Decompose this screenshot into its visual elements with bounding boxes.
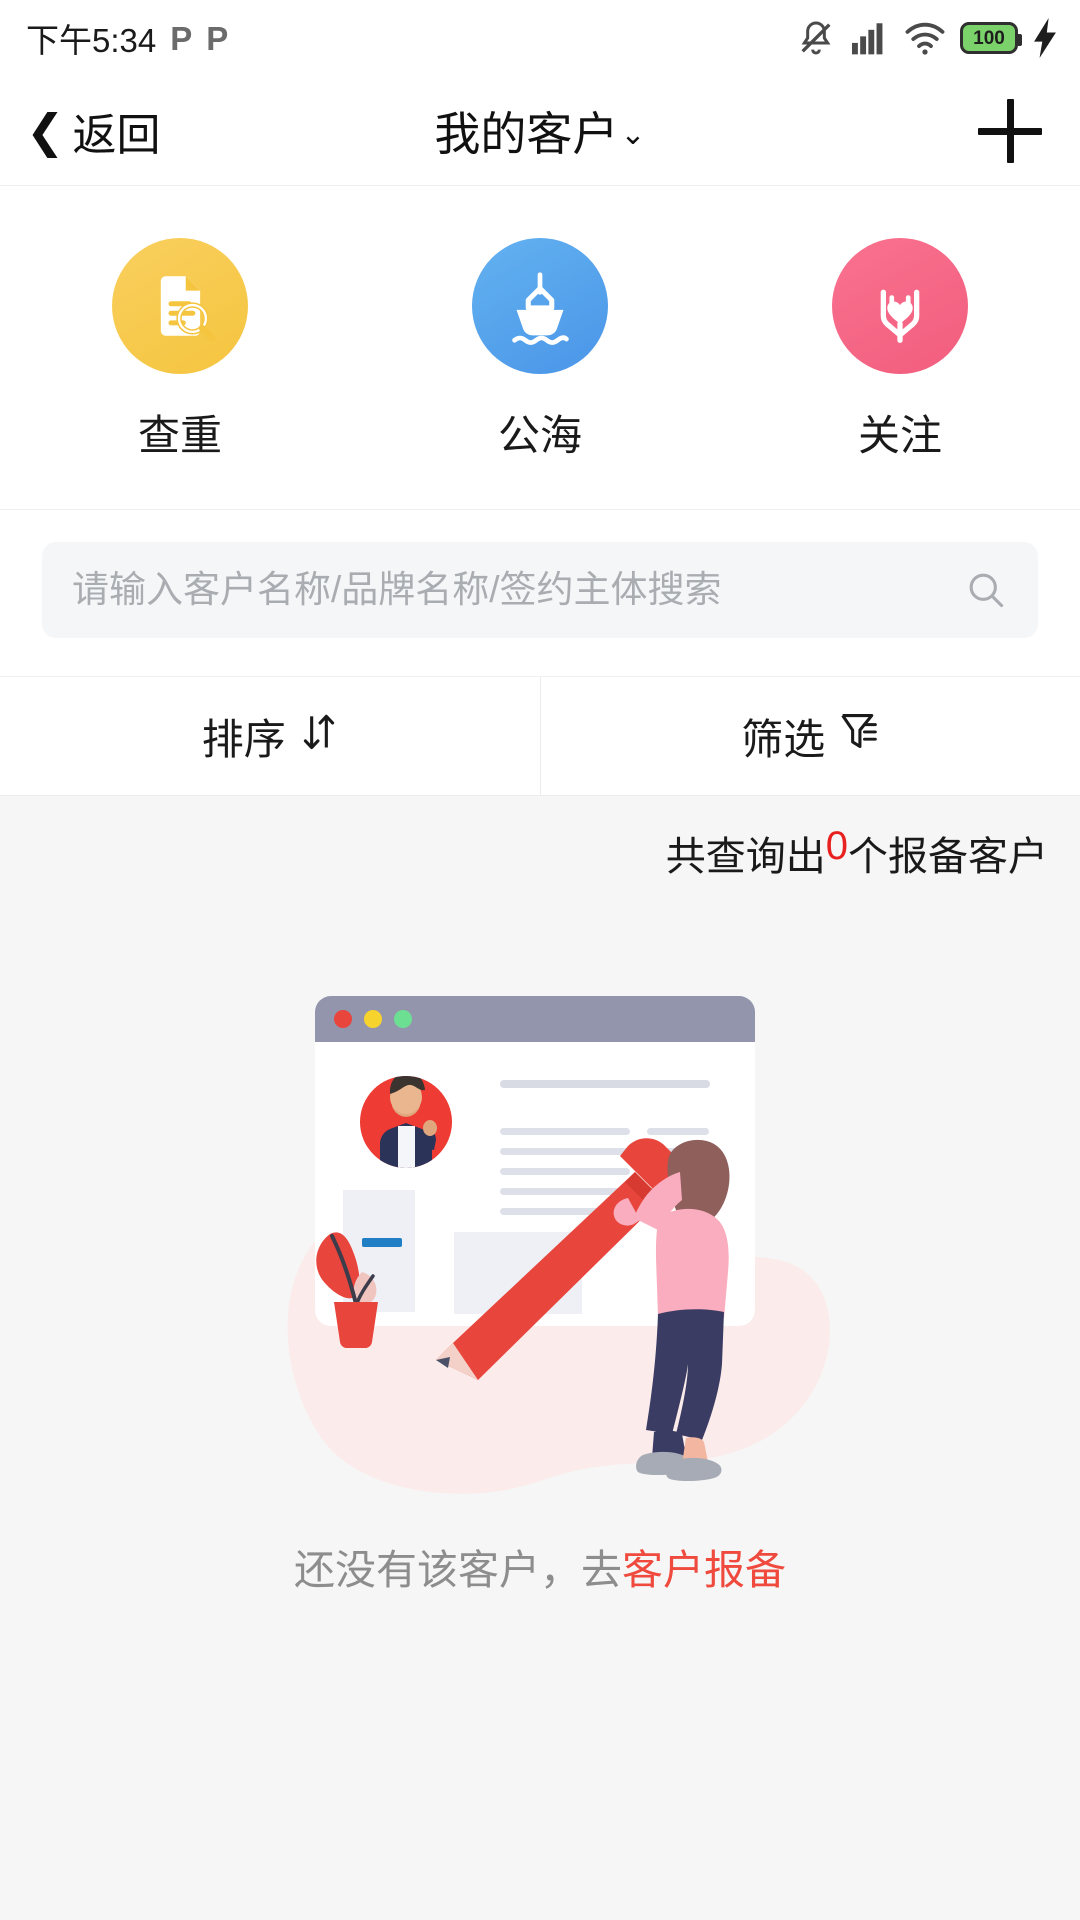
nav-bar: ❮ 返回 我的客户 ⌄ (0, 76, 1080, 186)
status-time: 下午5:34 (26, 22, 157, 59)
chevron-left-icon: ❮ (26, 104, 65, 157)
app-notification-icon-2: P (206, 19, 229, 57)
quick-action-chachong[interactable]: 查重 (0, 238, 360, 463)
hands-heart-icon (832, 238, 968, 374)
filter-funnel-icon (839, 710, 879, 762)
filter-button-label: 筛选 (741, 715, 826, 763)
chevron-down-icon: ⌄ (620, 117, 646, 151)
content-area: 共查询出 0 个报备客户 还没有该客户，去客户报备 (0, 796, 1080, 1920)
result-summary-suffix: 个报备客户 (848, 835, 1048, 879)
charging-bolt-icon (1032, 18, 1058, 58)
status-bar: 下午5:34 P P 100 (0, 0, 1080, 76)
search-input[interactable] (72, 569, 964, 611)
sort-button[interactable]: 排序 (0, 677, 540, 795)
wifi-icon (904, 20, 946, 56)
tools-row: 排序 筛选 (0, 677, 1080, 796)
empty-state-message: 还没有该客户，去客户报备 (294, 1536, 786, 1596)
window-maximize-dot (394, 1010, 412, 1028)
result-summary: 共查询出 0 个报备客户 (0, 796, 1080, 882)
filter-button[interactable]: 筛选 (539, 677, 1080, 795)
mute-bell-icon (796, 18, 836, 58)
quick-action-label: 关注 (857, 412, 942, 459)
quick-action-guanzhu[interactable]: 关注 (720, 238, 1080, 463)
page-title-dropdown[interactable]: 我的客户 ⌄ (0, 98, 1080, 164)
window-close-dot (334, 1010, 352, 1028)
add-customer-button[interactable] (978, 98, 1042, 163)
page-title: 我的客户 (434, 107, 619, 160)
back-button[interactable]: ❮ 返回 (26, 99, 161, 163)
quick-action-label: 公海 (497, 412, 582, 459)
quick-action-gonghai[interactable]: 公海 (360, 238, 720, 463)
empty-state-message-prefix: 还没有该客户，去 (294, 1547, 622, 1593)
blue-accent-bar (362, 1238, 402, 1247)
document-search-icon (112, 238, 248, 374)
app-root: 下午5:34 P P 100 ❮ 返回 我的客户 ⌄ 查重 公海 关注 请输入客… (0, 0, 1080, 1920)
result-summary-prefix: 共查询出 (665, 835, 826, 879)
app-notification-icon-1: P (170, 19, 193, 57)
search-icon[interactable] (964, 568, 1008, 612)
status-bar-left: 下午5:34 P P (26, 14, 228, 62)
customer-report-link[interactable]: 客户报备 (622, 1547, 786, 1593)
window-minimize-dot (364, 1010, 382, 1028)
signal-icon (850, 20, 890, 56)
battery-icon: 100 (960, 22, 1022, 54)
search-box[interactable] (42, 542, 1038, 638)
result-count: 0 (825, 824, 848, 868)
ship-icon (472, 238, 608, 374)
back-button-label: 返回 (72, 110, 161, 160)
browser-window-person-pencil-illustration (287, 996, 830, 1494)
quick-action-label: 查重 (137, 412, 222, 459)
search-section (0, 510, 1080, 677)
status-bar-right: 100 (796, 0, 1058, 76)
empty-state: 还没有该客户，去客户报备 (0, 976, 1080, 1596)
sort-button-label: 排序 (201, 715, 286, 763)
quick-actions-row: 查重 公海 关注 (0, 186, 1080, 510)
battery-level: 100 (973, 27, 1005, 49)
sort-arrows-icon (300, 709, 338, 763)
